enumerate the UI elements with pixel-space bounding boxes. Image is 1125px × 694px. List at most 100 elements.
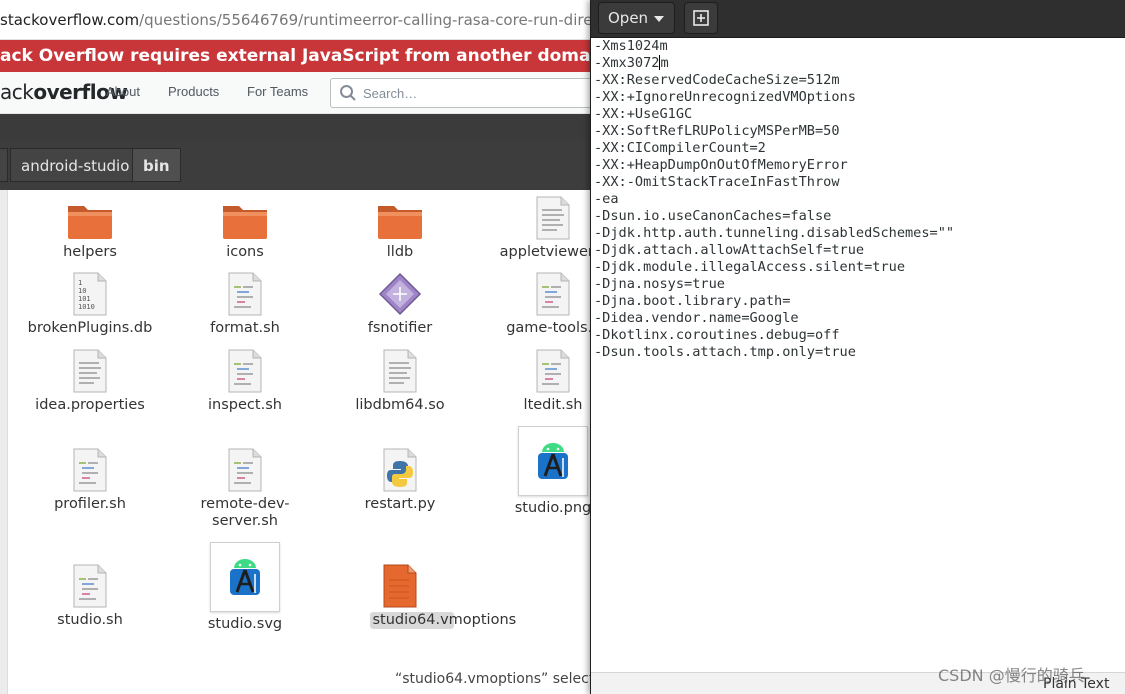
file-item-studio-sh[interactable]: studio.sh	[25, 564, 155, 629]
editor-line: -XX:SoftRefLRUPolicyMSPerMB=50	[594, 123, 840, 139]
nav-for-teams[interactable]: For Teams	[247, 84, 308, 99]
android-studio-icon	[538, 443, 568, 479]
file-item-format-sh[interactable]: format.sh	[180, 272, 310, 337]
text-file-icon	[73, 349, 107, 393]
script-file-icon	[536, 272, 570, 316]
nav-products[interactable]: Products	[168, 84, 219, 99]
logo-text-light: ack	[0, 80, 34, 104]
file-item-restart-py[interactable]: restart.py	[335, 448, 465, 513]
script-file-icon	[228, 272, 262, 316]
svg-text:1010: 1010	[78, 303, 95, 311]
editor-line: -Dsun.io.useCanonCaches=false	[594, 208, 832, 224]
file-item-libdbm64[interactable]: libdbm64.so	[335, 349, 465, 414]
search-input[interactable]: Search…	[330, 78, 600, 108]
breadcrumb-parent[interactable]: c	[0, 148, 8, 182]
file-label: idea.properties	[35, 397, 145, 413]
editor-line: -XX:ReservedCodeCacheSize=512m	[594, 72, 840, 88]
file-label: brokenPlugins.db	[27, 320, 153, 336]
executable-icon	[378, 272, 422, 316]
editor-headerbar: Open	[591, 0, 1125, 38]
file-item-brokenplugins[interactable]: 1 10 101 1010 brokenPlugins.db	[25, 272, 155, 337]
open-button[interactable]: Open	[598, 2, 675, 34]
text-file-icon	[383, 349, 417, 393]
nav-about[interactable]: About	[106, 84, 140, 99]
text-editor-window: Open -Xms1024m -Xmx3072m -XX:ReservedCodeC…	[590, 0, 1125, 694]
editor-line: -Dsun.tools.attach.tmp.only=true	[594, 344, 856, 360]
file-label: lldb	[386, 244, 414, 260]
file-item-lldb[interactable]: lldb	[335, 200, 465, 261]
file-label: restart.py	[364, 496, 436, 512]
file-label: inspect.sh	[208, 397, 282, 413]
image-thumbnail	[518, 426, 588, 496]
script-file-icon	[73, 448, 107, 492]
file-item-studio-svg[interactable]: studio.svg	[180, 542, 310, 633]
editor-line: -XX:+UseG1GC	[594, 106, 693, 122]
android-studio-icon	[230, 559, 260, 595]
browser-window: stackoverflow.com/questions/55646769/run…	[0, 0, 600, 140]
breadcrumb-bin[interactable]: bin	[132, 148, 181, 182]
path-bar: c android-studio bin	[0, 140, 600, 190]
editor-line: -Djna.nosys=true	[594, 276, 725, 292]
file-label: profiler.sh	[54, 496, 126, 512]
editor-line: -XX:-OmitStackTraceInFastThrow	[594, 174, 840, 190]
file-label: icons	[226, 244, 264, 260]
svg-text:101: 101	[78, 295, 91, 303]
editor-line: -Djdk.module.illegalAccess.silent=true	[594, 259, 905, 275]
binary-file-icon: 1101011010	[73, 272, 107, 316]
file-label: studio64.vmoptions	[369, 612, 516, 629]
file-item-fsnotifier[interactable]: fsnotifier	[335, 272, 465, 337]
file-item-helpers[interactable]: helpers	[25, 200, 155, 261]
folder-icon	[68, 206, 112, 239]
breadcrumb-android-studio[interactable]: android-studio	[10, 148, 141, 182]
selection-status: “studio64.vmoptions” selecte	[395, 671, 603, 687]
editor-line: -XX:+HeapDumpOnOutOfMemoryError	[594, 157, 848, 173]
stackoverflow-topbar: ackoverflow About Products For Teams Sea…	[0, 72, 600, 114]
desktop: stackoverflow.com/questions/55646769/run…	[0, 0, 1125, 694]
script-file-icon	[228, 448, 262, 492]
script-file-icon	[228, 349, 262, 393]
editor-text-area[interactable]: -Xms1024m -Xmx3072m -XX:ReservedCodeCacheS…	[591, 38, 1125, 672]
editor-line: -Xms1024m	[594, 38, 668, 54]
sidebar-edge	[0, 190, 8, 694]
editor-line: -XX:CICompilerCount=2	[594, 140, 766, 156]
new-tab-icon	[693, 10, 709, 26]
editor-line: -Djdk.http.auth.tunneling.disabledScheme…	[594, 225, 955, 241]
file-label: libdbm64.so	[355, 397, 445, 413]
file-item-icons[interactable]: icons	[180, 200, 310, 261]
file-item-studio64-vmoptions[interactable]: studio64.vmoptions	[335, 564, 516, 629]
editor-line: -ea	[594, 191, 619, 207]
file-item-profiler-sh[interactable]: profiler.sh	[25, 448, 155, 513]
file-item-remote-dev-server[interactable]: remote-dev-server.sh	[180, 448, 310, 530]
vmoptions-file-icon	[383, 564, 417, 608]
file-item-inspect-sh[interactable]: inspect.sh	[180, 349, 310, 414]
editor-line: -Djna.boot.library.path=	[594, 293, 791, 309]
svg-text:10: 10	[78, 287, 86, 295]
python-file-icon	[383, 448, 417, 492]
script-file-icon	[536, 349, 570, 393]
search-icon	[340, 85, 356, 101]
file-item-idea-properties[interactable]: idea.properties	[25, 349, 155, 414]
editor-line: -Djdk.attach.allowAttachSelf=true	[594, 242, 865, 258]
new-document-button[interactable]	[684, 2, 718, 34]
open-label: Open	[608, 9, 649, 27]
search-placeholder: Search…	[363, 86, 418, 101]
image-thumbnail	[210, 542, 280, 612]
editor-line: -Xmx3072m	[594, 55, 669, 71]
address-bar[interactable]: stackoverflow.com/questions/55646769/run…	[0, 0, 600, 40]
toolbar-strip	[0, 114, 600, 140]
chevron-down-icon	[654, 16, 664, 22]
editor-line: -XX:+IgnoreUnrecognizedVMOptions	[594, 89, 856, 105]
svg-text:1: 1	[78, 279, 82, 287]
url-host: stackoverflow.com	[0, 11, 140, 29]
url-path: /questions/55646769/runtimeerror-calling…	[139, 11, 600, 29]
file-label: fsnotifier	[367, 320, 433, 336]
javascript-warning-banner: ack Overflow requires external JavaScrip…	[0, 40, 600, 72]
text-file-icon	[536, 196, 570, 240]
watermark: CSDN @慢行的骑兵	[938, 666, 1085, 685]
file-label: studio.svg	[207, 616, 283, 632]
file-label: remote-dev-server.sh	[200, 496, 290, 529]
folder-icon	[378, 206, 422, 239]
folder-icon	[223, 206, 267, 239]
editor-line: -Didea.vendor.name=Google	[594, 310, 799, 326]
text-cursor	[659, 55, 661, 70]
